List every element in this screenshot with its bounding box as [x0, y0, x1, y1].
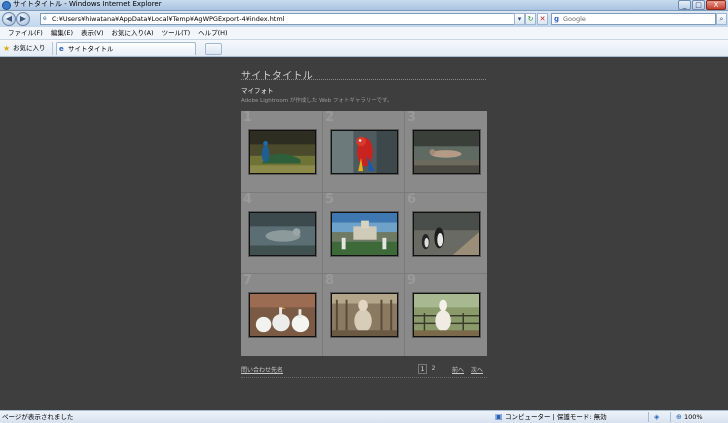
page-icon: e [59, 45, 64, 53]
maximize-button[interactable]: □ [692, 0, 705, 10]
tab-current[interactable]: e サイトタイトル [56, 42, 196, 55]
photo-gallery: サイトタイトル マイフォト Adobe Lightroom が作成した Web … [241, 57, 487, 410]
search-placeholder: Google [563, 15, 586, 23]
thumbnail-number: 2 [325, 110, 335, 125]
menu-edit[interactable]: 編集(E) [51, 27, 73, 39]
thumbnail-image[interactable] [249, 130, 316, 174]
forward-button[interactable]: ▶ [16, 12, 30, 26]
thumbnail-image[interactable] [331, 211, 398, 256]
menu-tools[interactable]: ツール(T) [162, 27, 191, 39]
tab-title: サイトタイトル [68, 45, 114, 53]
new-tab-button[interactable] [205, 43, 222, 55]
thumbnail-cell[interactable]: 6 [405, 191, 487, 275]
thumbnail-cell[interactable]: 5 [323, 191, 405, 275]
thumbnail-number: 6 [407, 191, 417, 207]
thumbnail-cell[interactable]: 7 [241, 274, 323, 356]
zoom-control[interactable]: ⊕ 100% [676, 411, 703, 423]
thumbnail-cell[interactable]: 4 [241, 191, 323, 275]
zoom-icon: ⊕ [676, 413, 682, 421]
thumbnail-cell[interactable]: 9 [405, 274, 487, 356]
status-bar: ページが表示されました ▣ コンピューター | 保護モード: 無効 ◈ ⊕ 10… [0, 410, 728, 423]
search-icon[interactable]: ⌕ [716, 13, 727, 25]
window-controls: _ □ X [678, 0, 726, 10]
thumbnail-number: 8 [325, 273, 335, 289]
browser-window: サイトタイトル - Windows Internet Explorer _ □ … [0, 0, 728, 423]
close-button[interactable]: X [706, 0, 726, 10]
address-url: C:¥Users¥hiwatana¥AppData¥Local¥Temp¥AgW… [52, 15, 285, 23]
google-icon: g [554, 15, 560, 23]
thumbnail-image[interactable] [413, 211, 480, 256]
page-number[interactable]: 2 [429, 364, 438, 374]
thumbnail-number: 9 [407, 273, 417, 289]
page-number-current[interactable]: 1 [418, 364, 427, 374]
thumbnail-image[interactable] [413, 130, 480, 174]
collection-title: マイフォト [241, 87, 274, 95]
menu-favorites[interactable]: お気に入り(A) [112, 27, 154, 39]
divider [648, 412, 649, 422]
status-text: ページが表示されました [2, 413, 74, 421]
zone-text: コンピューター | 保護モード: 無効 [505, 413, 607, 421]
thumbnail-number: 3 [407, 110, 417, 125]
title-bar: サイトタイトル - Windows Internet Explorer _ □ … [0, 0, 728, 11]
thumbnail-number: 4 [243, 191, 253, 207]
thumbnail-cell[interactable]: 8 [323, 274, 405, 356]
window-title: サイトタイトル - Windows Internet Explorer [13, 0, 162, 8]
page-icon: e [43, 15, 47, 22]
protected-mode-icon[interactable]: ◈ [654, 411, 659, 423]
menu-help[interactable]: ヘルプ(H) [198, 27, 227, 39]
divider [52, 42, 53, 55]
previous-page-link[interactable]: 前へ [452, 365, 464, 374]
stop-button[interactable]: ✕ [537, 13, 548, 25]
divider [670, 412, 671, 422]
thumbnail-cell[interactable]: 2 [323, 111, 405, 193]
favorites-bar: ★ お気に入り e サイトタイトル [0, 40, 728, 57]
footer-divider [241, 377, 487, 378]
refresh-button[interactable]: ↻ [525, 13, 536, 25]
address-input[interactable]: e C:¥Users¥hiwatana¥AppData¥Local¥Temp¥A… [40, 13, 520, 25]
thumbnail-cell[interactable]: 1 [241, 111, 323, 193]
favorites-button[interactable]: ★ お気に入り [3, 43, 46, 54]
thumbnail-image[interactable] [249, 293, 316, 338]
thumbnail-number: 1 [243, 110, 253, 125]
back-button[interactable]: ◀ [2, 12, 16, 26]
thumbnail-image[interactable] [413, 293, 480, 338]
thumbnail-number: 5 [325, 191, 335, 207]
search-input[interactable]: g Google [551, 13, 716, 25]
address-toolbar: ◀ ▶ e C:¥Users¥hiwatana¥AppData¥Local¥Te… [0, 11, 728, 27]
computer-icon: ▣ [495, 412, 503, 421]
thumbnail-grid: 1 2 3 4 5 6 7 8 9 [241, 111, 487, 356]
collection-description: Adobe Lightroom が作成した Web フォトギャラリーです。 [241, 98, 393, 104]
menu-view[interactable]: 表示(V) [81, 27, 104, 39]
thumbnail-cell[interactable]: 3 [405, 111, 487, 193]
favorites-label: お気に入り [13, 44, 46, 52]
next-page-link[interactable]: 次へ [471, 365, 483, 374]
minimize-button[interactable]: _ [678, 0, 691, 10]
address-dropdown-button[interactable]: ▾ [514, 13, 525, 25]
zoom-level: 100% [684, 413, 703, 421]
title-divider [241, 79, 486, 80]
star-icon: ★ [3, 44, 11, 53]
thumbnail-number: 7 [243, 273, 253, 289]
menu-bar: ファイル(F) 編集(E) 表示(V) お気に入り(A) ツール(T) ヘルプ(… [0, 27, 728, 40]
thumbnail-image[interactable] [331, 293, 398, 338]
pagination-row: 問い合わせ先名 1 2 前へ 次へ [241, 363, 487, 375]
thumbnail-image[interactable] [331, 130, 398, 174]
menu-file[interactable]: ファイル(F) [8, 27, 43, 39]
security-zone[interactable]: ▣ コンピューター | 保護モード: 無効 [495, 411, 607, 423]
page-content: サイトタイトル マイフォト Adobe Lightroom が作成した Web … [0, 57, 728, 410]
contact-link[interactable]: 問い合わせ先名 [241, 365, 283, 374]
ie-icon [2, 1, 11, 10]
thumbnail-image[interactable] [249, 211, 316, 256]
